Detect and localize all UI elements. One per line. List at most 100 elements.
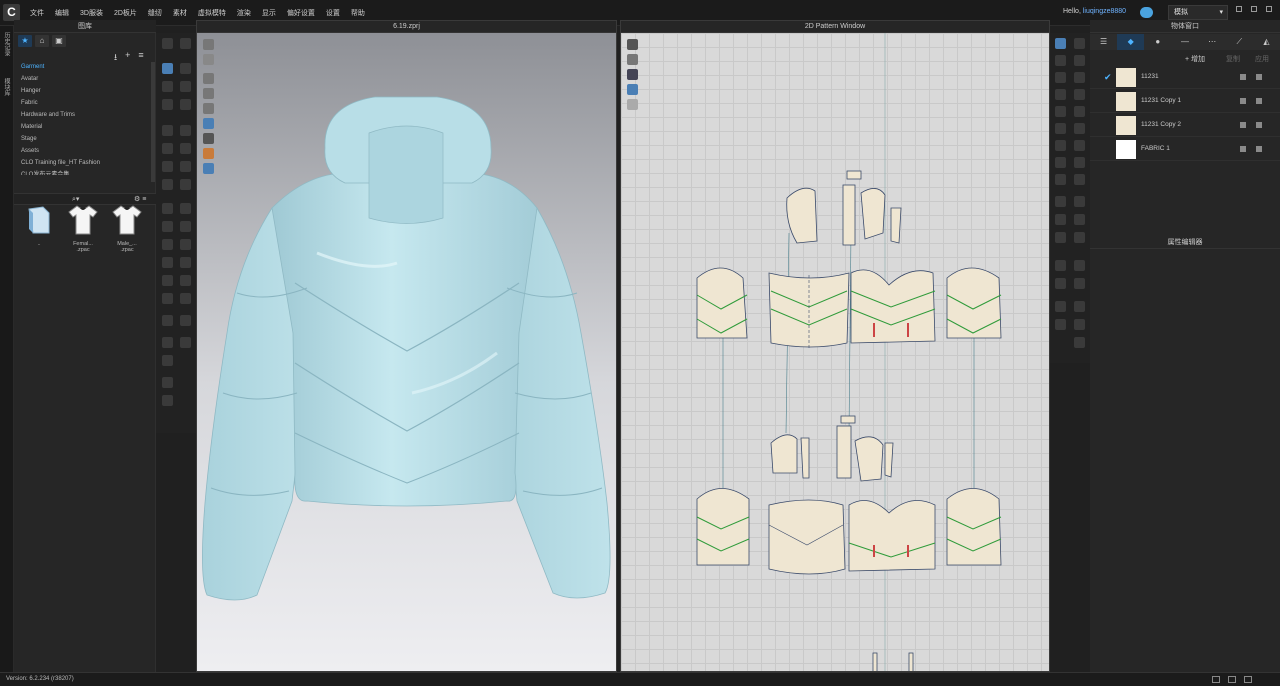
- tape-tool-icon[interactable]: [162, 257, 173, 268]
- menu-item-edit[interactable]: 编辑: [55, 8, 69, 18]
- trim-icon[interactable]: ⟋: [1226, 34, 1253, 50]
- fabric-delete-icon[interactable]: [1256, 74, 1262, 80]
- circle-tool-icon[interactable]: [1055, 89, 1066, 100]
- texture-tool-icon[interactable]: [162, 161, 173, 172]
- transform-tool-icon[interactable]: [162, 63, 173, 74]
- library-item-garment[interactable]: Garment: [18, 61, 152, 73]
- pin-tool-icon[interactable]: [162, 99, 173, 110]
- barcode-icon[interactable]: [1055, 301, 1066, 312]
- fabric-delete-icon[interactable]: [1256, 146, 1262, 152]
- edit-sewing-icon[interactable]: [1055, 174, 1066, 185]
- fold-sewing-icon[interactable]: [1074, 157, 1085, 168]
- line-icon[interactable]: —: [1171, 34, 1198, 50]
- add-fabric-button[interactable]: + 增加: [1185, 54, 1205, 64]
- guideline-icon[interactable]: [1074, 232, 1085, 243]
- menu-item-avatar[interactable]: 虚拟模特: [198, 8, 226, 18]
- grading-icon[interactable]: [1074, 278, 1085, 289]
- button-icon[interactable]: ●: [1144, 34, 1171, 50]
- free-sewing-tool-icon[interactable]: [180, 125, 191, 136]
- shirring-tool-icon[interactable]: [180, 275, 191, 286]
- library-item-clo-collection[interactable]: CLO发布元素合集: [18, 169, 152, 175]
- piping-tool-icon[interactable]: [162, 239, 173, 250]
- gizmo-tool-icon[interactable]: [180, 38, 191, 49]
- tack-2d-icon[interactable]: [1074, 174, 1085, 185]
- segment-sewing-tool-icon[interactable]: [162, 125, 173, 136]
- mode-dropdown[interactable]: 模拟 ▾: [1168, 5, 1228, 20]
- library-scrollbar[interactable]: [151, 62, 155, 182]
- fabric-delete-icon[interactable]: [1256, 122, 1262, 128]
- hanger-tool-icon[interactable]: [162, 377, 173, 388]
- mannequin-tool-icon[interactable]: [162, 395, 173, 406]
- tab-history[interactable]: 历史记录: [2, 32, 11, 56]
- fabric-apply-icon[interactable]: [1240, 122, 1246, 128]
- puffer-jacket-3d-model[interactable]: [197, 33, 616, 671]
- curve-tool-icon[interactable]: [180, 337, 191, 348]
- trace-tool-icon[interactable]: [1055, 123, 1066, 134]
- tab-modular-library[interactable]: 模块库: [2, 78, 11, 96]
- folder-icon[interactable]: ▣: [52, 35, 66, 47]
- dart-tool-icon[interactable]: [1055, 106, 1066, 117]
- 3d-viewport[interactable]: [197, 33, 616, 671]
- tack-tool-icon[interactable]: [180, 99, 191, 110]
- cloud-icon[interactable]: [1140, 7, 1153, 18]
- fold-tool-icon[interactable]: [180, 63, 191, 74]
- texture-2d-icon[interactable]: [1055, 196, 1066, 207]
- fitting-tool-icon[interactable]: [162, 275, 173, 286]
- menu-item-3d-garment[interactable]: 3D服装: [80, 8, 103, 18]
- library-item-material[interactable]: Material: [18, 121, 152, 133]
- button-tool-icon[interactable]: [180, 203, 191, 214]
- menu-item-sewing[interactable]: 缝纫: [148, 8, 162, 18]
- polygon-tool-icon[interactable]: [1055, 72, 1066, 83]
- table-icon[interactable]: [1074, 319, 1085, 330]
- steam-tool-icon[interactable]: [162, 143, 173, 154]
- measure-2d-icon[interactable]: [1074, 214, 1085, 225]
- edit-pattern-tool-icon[interactable]: [162, 81, 173, 92]
- fabric-row[interactable]: ✔ 11231: [1090, 66, 1280, 89]
- library-item-stage[interactable]: Stage: [18, 133, 152, 145]
- copy-fabric-button[interactable]: 复制: [1226, 54, 1240, 64]
- maximize-button[interactable]: [1251, 6, 1257, 12]
- fabric-row[interactable]: 11231 Copy 2: [1090, 114, 1280, 137]
- settings-2d-icon[interactable]: [1055, 319, 1066, 330]
- strengthen-tool-icon[interactable]: [180, 315, 191, 326]
- add-point-tool-icon[interactable]: [1055, 55, 1066, 66]
- menu-item-preferences[interactable]: 偏好设置: [287, 8, 315, 18]
- seam-allowance-tool-icon[interactable]: [1074, 123, 1085, 134]
- minimize-button[interactable]: [1236, 6, 1242, 12]
- file-item-female[interactable]: Femal... .zpac: [66, 202, 100, 253]
- list-icon[interactable]: ☰: [1090, 34, 1117, 50]
- menu-item-file[interactable]: 文件: [30, 8, 44, 18]
- menu-item-render[interactable]: 渲染: [237, 8, 251, 18]
- ruler-icon[interactable]: [1055, 232, 1066, 243]
- internal-polygon-tool-icon[interactable]: [1074, 89, 1085, 100]
- graphic-tool-icon[interactable]: [180, 161, 191, 172]
- rectangle-tool-icon[interactable]: [1074, 72, 1085, 83]
- select-move-tool-icon[interactable]: [162, 38, 173, 49]
- menu-item-display[interactable]: 显示: [262, 8, 276, 18]
- segment-sewing-2d-icon[interactable]: [1055, 140, 1066, 151]
- pin-2d-icon[interactable]: [1074, 337, 1085, 348]
- fabric-apply-icon[interactable]: [1240, 146, 1246, 152]
- library-item-assets[interactable]: Assets: [18, 145, 152, 157]
- menu-item-2d-pattern[interactable]: 2D板片: [114, 8, 137, 18]
- close-button[interactable]: [1266, 6, 1272, 12]
- free-sewing-2d-icon[interactable]: [1074, 140, 1085, 151]
- topstitch-2d-icon[interactable]: [1055, 214, 1066, 225]
- file-item-parent-folder[interactable]: ..: [22, 202, 56, 253]
- elastic-tool-icon[interactable]: [180, 239, 191, 250]
- username-link[interactable]: liuqingze8880: [1083, 8, 1126, 15]
- topstitch-tool-icon[interactable]: [162, 179, 173, 190]
- layout-icon[interactable]: [1228, 676, 1236, 683]
- graphic-2d-icon[interactable]: [1074, 196, 1085, 207]
- 2d-pattern-canvas[interactable]: [621, 33, 1049, 671]
- apply-fabric-button[interactable]: 应用: [1255, 54, 1269, 64]
- layout-icon[interactable]: [1244, 676, 1252, 683]
- fold-arrangement-tool-icon[interactable]: [162, 315, 173, 326]
- measure-tool-icon[interactable]: [180, 143, 191, 154]
- fabric-row[interactable]: FABRIC 1: [1090, 138, 1280, 161]
- menu-item-settings[interactable]: 设置: [326, 8, 340, 18]
- library-item-avatar[interactable]: Avatar: [18, 73, 152, 85]
- notch-tool-icon[interactable]: [1074, 106, 1085, 117]
- fabric-delete-icon[interactable]: [1256, 98, 1262, 104]
- edit-point-tool-icon[interactable]: [180, 81, 191, 92]
